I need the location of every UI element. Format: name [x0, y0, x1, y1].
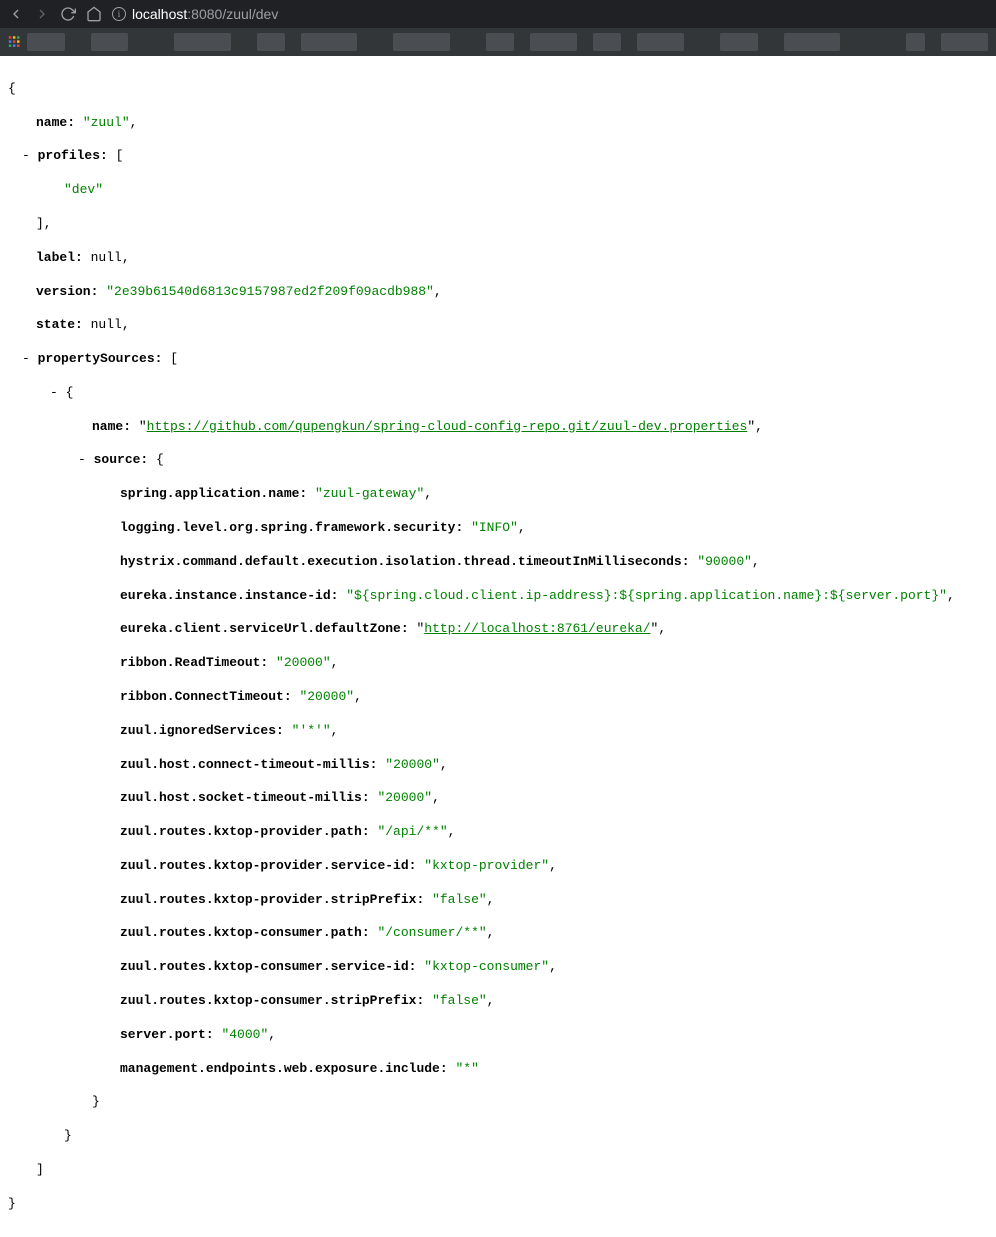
brace: }: [4, 1196, 992, 1213]
json-property: logging.level.org.spring.framework.secur…: [4, 520, 992, 537]
json-property: eureka.client.serviceUrl.defaultZone: "h…: [4, 621, 992, 638]
url-text: localhost:8080/zuul/dev: [132, 6, 278, 22]
json-viewer: { name: "zuul", - profiles: [ "dev" ], l…: [0, 56, 996, 1237]
back-icon[interactable]: [8, 6, 24, 22]
json-property: zuul.routes.kxtop-provider.stripPrefix: …: [4, 892, 992, 909]
site-info-icon[interactable]: i: [112, 7, 126, 21]
bookmark-item[interactable]: [174, 33, 230, 51]
json-property: eureka.instance.instance-id: "${spring.c…: [4, 588, 992, 605]
bookmark-item[interactable]: [637, 33, 684, 51]
json-property: name: "zuul",: [4, 115, 992, 132]
json-property: name: "https://github.com/qupengkun/spri…: [4, 419, 992, 436]
json-property: server.port: "4000",: [4, 1027, 992, 1044]
config-repo-link[interactable]: https://github.com/qupengkun/spring-clou…: [147, 419, 748, 434]
bookmark-item[interactable]: [257, 33, 285, 51]
home-icon[interactable]: [86, 6, 102, 22]
bookmark-item[interactable]: [784, 33, 840, 51]
json-property: spring.application.name: "zuul-gateway",: [4, 486, 992, 503]
bookmark-item[interactable]: [27, 33, 65, 51]
json-property: zuul.routes.kxtop-provider.service-id: "…: [4, 858, 992, 875]
bookmark-item[interactable]: [530, 33, 577, 51]
json-property: zuul.routes.kxtop-consumer.path: "/consu…: [4, 925, 992, 942]
reload-icon[interactable]: [60, 6, 76, 22]
json-property: version: "2e39b61540d6813c9157987ed2f209…: [4, 284, 992, 301]
json-property: label: null,: [4, 250, 992, 267]
bookmark-item[interactable]: [393, 33, 449, 51]
json-array-item: "dev": [4, 182, 992, 199]
bracket: ],: [4, 216, 992, 233]
json-property: hystrix.command.default.execution.isolat…: [4, 554, 992, 571]
json-property: ribbon.ConnectTimeout: "20000",: [4, 689, 992, 706]
json-property: state: null,: [4, 317, 992, 334]
brace: }: [4, 1094, 992, 1111]
bookmark-item[interactable]: [486, 33, 514, 51]
json-property: zuul.host.connect-timeout-millis: "20000…: [4, 757, 992, 774]
json-property-collapsible[interactable]: - propertySources: [: [4, 351, 992, 368]
bookmark-item[interactable]: [301, 33, 357, 51]
bookmark-item[interactable]: [720, 33, 758, 51]
brace: {: [4, 81, 992, 98]
browser-toolbar: i localhost:8080/zuul/dev: [0, 0, 996, 28]
json-object-collapsible[interactable]: - {: [4, 385, 992, 402]
apps-icon[interactable]: [8, 35, 21, 49]
eureka-link[interactable]: http://localhost:8761/eureka/: [424, 621, 650, 636]
json-property-collapsible[interactable]: - profiles: [: [4, 148, 992, 165]
bookmarks-bar: [0, 28, 996, 56]
address-bar[interactable]: i localhost:8080/zuul/dev: [112, 6, 278, 22]
bookmark-item[interactable]: [941, 33, 988, 51]
forward-icon[interactable]: [34, 6, 50, 22]
bookmark-item[interactable]: [593, 33, 621, 51]
json-property: management.endpoints.web.exposure.includ…: [4, 1061, 992, 1078]
json-property: zuul.routes.kxtop-consumer.stripPrefix: …: [4, 993, 992, 1010]
bracket: ]: [4, 1162, 992, 1179]
json-property: zuul.routes.kxtop-provider.path: "/api/*…: [4, 824, 992, 841]
json-property: ribbon.ReadTimeout: "20000",: [4, 655, 992, 672]
brace: }: [4, 1128, 992, 1145]
bookmark-item[interactable]: [906, 33, 925, 51]
bookmark-item[interactable]: [91, 33, 129, 51]
json-property: zuul.ignoredServices: "'*'",: [4, 723, 992, 740]
json-property: zuul.routes.kxtop-consumer.service-id: "…: [4, 959, 992, 976]
json-property: zuul.host.socket-timeout-millis: "20000"…: [4, 790, 992, 807]
json-property-collapsible[interactable]: - source: {: [4, 452, 992, 469]
